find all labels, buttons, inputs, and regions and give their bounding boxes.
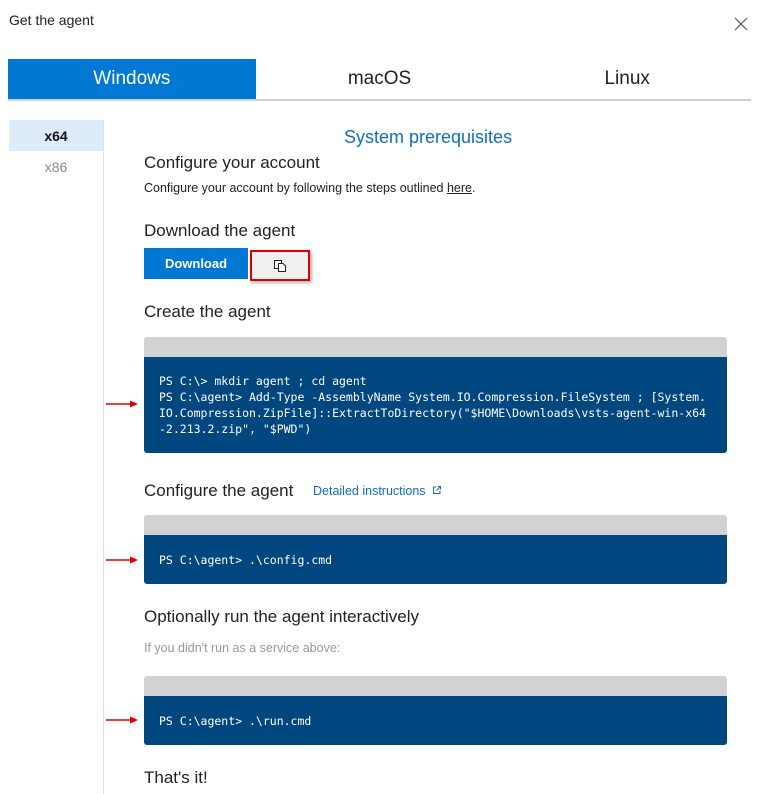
configure-agent-code: PS C:\agent> .\config.cmd (144, 535, 727, 584)
run-heading: Optionally run the agent interactively (144, 607, 419, 626)
annotation-arrow-icon (106, 556, 138, 564)
create-agent-code: PS C:\> mkdir agent ; cd agent PS C:\age… (144, 357, 727, 453)
copy-icon (274, 259, 286, 272)
sidebar-item-x64[interactable]: x64 (9, 120, 103, 151)
code-header-bar (144, 337, 727, 357)
run-code: PS C:\agent> .\run.cmd (144, 696, 727, 745)
configure-account-text: Configure your account by following the … (144, 181, 475, 195)
system-prerequisites-link[interactable]: System prerequisites (344, 127, 512, 148)
configure-agent-code-block: PS C:\agent> .\config.cmd (144, 515, 727, 584)
download-button[interactable]: Download (144, 248, 248, 279)
tab-windows[interactable]: Windows (8, 59, 256, 99)
tab-linux[interactable]: Linux (503, 59, 751, 99)
sidebar-item-x86[interactable]: x86 (9, 151, 103, 182)
configure-account-heading: Configure your account (144, 153, 320, 172)
external-link-icon (433, 486, 442, 494)
code-header-bar (144, 515, 727, 535)
run-code-block: PS C:\agent> .\run.cmd (144, 676, 727, 745)
configure-account-text-before: Configure your account by following the … (144, 181, 447, 195)
download-heading: Download the agent (144, 221, 296, 240)
detailed-instructions-label: Detailed instructions (313, 484, 426, 498)
create-agent-code-block: PS C:\> mkdir agent ; cd agent PS C:\age… (144, 337, 727, 453)
detailed-instructions-link[interactable]: Detailed instructions (313, 484, 442, 498)
tab-macos[interactable]: macOS (256, 59, 504, 99)
annotation-arrow-icon (106, 400, 138, 408)
configure-account-text-after: . (472, 181, 476, 195)
dialog-title: Get the agent (9, 12, 94, 28)
done-heading: That's it! (144, 768, 208, 787)
annotation-arrow-icon (106, 716, 138, 724)
create-agent-heading: Create the agent (144, 302, 271, 321)
copy-url-button[interactable] (250, 250, 310, 281)
os-tabs: Windows macOS Linux (8, 59, 751, 101)
close-icon[interactable] (733, 16, 749, 32)
here-link[interactable]: here (447, 181, 472, 195)
architecture-sidebar: x64 x86 (9, 120, 104, 794)
configure-agent-heading: Configure the agent (144, 481, 294, 500)
run-note: If you didn't run as a service above: (144, 641, 341, 655)
code-header-bar (144, 676, 727, 696)
